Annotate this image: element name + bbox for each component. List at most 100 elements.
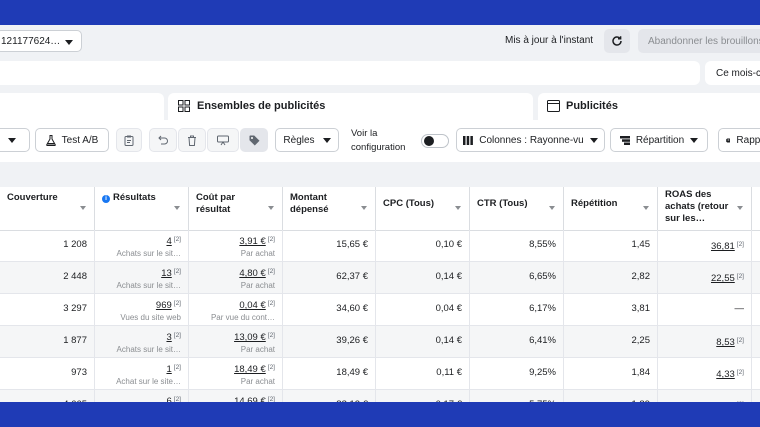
cpr-type: Par vue du cont… xyxy=(210,313,275,322)
cpc-value: 0,04 € xyxy=(435,303,462,314)
cell-results: 4 [2] Achats sur le sit… xyxy=(95,230,189,262)
tag-button[interactable] xyxy=(240,128,268,152)
cell-roas: 36,81 [2] xyxy=(658,230,752,262)
account-id: 121177624… xyxy=(1,35,61,47)
table-row[interactable]: 4 6656[2]Achats sur le sit…14,69 €[2]Par… xyxy=(0,390,760,402)
date-range-picker[interactable]: Ce mois-ci xyxy=(705,61,760,85)
roas-value[interactable]: 8,53 xyxy=(716,337,735,348)
column-header-cpc[interactable]: CPC (Tous) xyxy=(376,187,470,230)
footnote-icon: [2] xyxy=(173,332,181,339)
discard-drafts-button[interactable]: Abandonner les brouillons xyxy=(638,29,760,53)
cell-frequency: 1,89 xyxy=(564,390,658,402)
results-value[interactable]: 4 xyxy=(166,236,171,247)
column-header-next[interactable] xyxy=(752,187,760,230)
view-config-toggle[interactable] xyxy=(421,134,449,148)
cell-cost-per-result: 18,49 € [2] Par achat xyxy=(189,358,283,390)
results-value[interactable]: 3 xyxy=(166,332,171,343)
tab-ads[interactable]: Publicités xyxy=(538,93,760,120)
breakdown-icon xyxy=(619,135,630,145)
column-header-results[interactable]: i Résultats xyxy=(95,187,189,230)
ab-test-button[interactable]: Test A/B xyxy=(35,128,109,152)
cell-amount-spent: 62,37 € xyxy=(283,262,376,294)
cell-cpc: 0,11 € xyxy=(376,358,470,390)
cpr-value[interactable]: 4,80 € xyxy=(239,268,265,279)
cell-roas: 4,33 [2] xyxy=(658,358,752,390)
results-value[interactable]: 13 xyxy=(161,268,172,279)
cell-cost-per-result: 0,04 € [2] Par vue du cont… xyxy=(189,294,283,326)
duplicate-button[interactable] xyxy=(116,128,142,152)
create-dropdown-button[interactable] xyxy=(0,128,30,152)
column-header-amount-spent[interactable]: Montant dépensé xyxy=(283,187,376,230)
column-header-frequency[interactable]: Répétition xyxy=(564,187,658,230)
edit-button[interactable] xyxy=(207,128,239,152)
cell-ctr: 6,65% xyxy=(470,262,564,294)
table-row[interactable]: 973 1 [2] Achat sur le site… 18,49 € [2] Par a… xyxy=(0,358,760,390)
cell-next xyxy=(752,262,760,294)
view-config-line-2: configuration xyxy=(351,142,406,153)
results-type: Achats sur le sit… xyxy=(116,249,181,258)
header-roas-line-1: ROAS des xyxy=(665,189,712,200)
cell-next xyxy=(752,390,760,402)
cell-cpc: 0,14 € xyxy=(376,262,470,294)
roas-value[interactable]: 22,55 xyxy=(711,273,735,284)
footnote-icon: [2] xyxy=(736,273,744,280)
edit-icon xyxy=(217,135,229,145)
refresh-icon xyxy=(612,36,622,46)
footnote-icon: [2] xyxy=(173,268,181,275)
cpr-value[interactable]: 13,09 € xyxy=(234,332,266,343)
column-header-cost-per-result[interactable]: Coût par résultat xyxy=(189,187,283,230)
report-icon xyxy=(726,137,731,143)
cell-results: 969 [2] Vues du site web xyxy=(95,294,189,326)
account-selector[interactable]: 121177624… xyxy=(0,30,82,52)
spent-value: 18,49 € xyxy=(336,367,368,378)
table-row[interactable]: 1 208 4 [2] Achats sur le sit… 3,91 € [2] Par … xyxy=(0,230,760,262)
rules-button[interactable]: Règles xyxy=(275,128,339,152)
cell-roas: — xyxy=(658,294,752,326)
table-row[interactable]: 2 448 13 [2] Achats sur le sit… 4,80 € [2] Par… xyxy=(0,262,760,294)
cell-next xyxy=(752,358,760,390)
tab-ad-sets[interactable]: Ensembles de publicités xyxy=(168,93,533,120)
reach-value: 1 877 xyxy=(63,335,87,346)
undo-button[interactable] xyxy=(149,128,177,152)
reach-value: 2 448 xyxy=(63,271,87,282)
results-value[interactable]: 969 xyxy=(156,300,172,311)
search-filter-bar[interactable] xyxy=(0,61,700,85)
tab-ads-label: Publicités xyxy=(566,100,618,112)
cell-next xyxy=(752,294,760,326)
cell-frequency: 2,25 xyxy=(564,326,658,358)
column-header-roas[interactable]: ROAS des achats (retour sur les… xyxy=(658,187,752,230)
cell-reach: 4 665 xyxy=(0,390,95,402)
refresh-button[interactable] xyxy=(604,29,630,53)
chevron-down-icon xyxy=(8,137,16,143)
top-bar: 121177624… Mis à jour à l'instant Abando… xyxy=(0,25,760,57)
reach-value: 3 297 xyxy=(63,303,87,314)
spent-value: 39,26 € xyxy=(336,335,368,346)
delete-button[interactable] xyxy=(178,128,206,152)
cpr-value[interactable]: 0,04 € xyxy=(239,300,265,311)
results-type: Achats sur le sit… xyxy=(116,345,181,354)
columns-button[interactable]: Colonnes : Rayonne-vu xyxy=(456,128,605,152)
roas-value[interactable]: 36,81 xyxy=(711,241,735,252)
reports-button[interactable]: Rapports xyxy=(718,128,760,152)
breakdown-button[interactable]: Répartition xyxy=(610,128,708,152)
table-row[interactable]: 3 297 969 [2] Vues du site web 0,04 € [2] Par … xyxy=(0,294,760,326)
header-spent-line-1: Montant xyxy=(290,192,327,203)
cpr-value[interactable]: 3,91 € xyxy=(239,236,265,247)
cell-cpc: 0,14 € xyxy=(376,326,470,358)
reach-value: 973 xyxy=(71,367,87,378)
cell-ctr: 6,17% xyxy=(470,294,564,326)
header-frequency-label: Répétition xyxy=(571,198,618,209)
results-value[interactable]: 1 xyxy=(166,364,171,375)
results-type: Vues du site web xyxy=(120,313,181,322)
tab-campaigns[interactable] xyxy=(0,93,164,120)
cpr-value[interactable]: 18,49 € xyxy=(234,364,266,375)
roas-value[interactable]: 4,33 xyxy=(716,369,735,380)
column-header-reach[interactable]: Couverture xyxy=(0,187,95,230)
cell-cost-per-result: 14,69 €[2]Par achat xyxy=(189,390,283,402)
cell-reach: 1 208 xyxy=(0,230,95,262)
flask-icon xyxy=(45,134,56,146)
column-header-ctr[interactable]: CTR (Tous) xyxy=(470,187,564,230)
cpc-value: 0,10 € xyxy=(435,239,462,250)
table-row[interactable]: 1 877 3 [2] Achats sur le sit… 13,09 € [2] Par… xyxy=(0,326,760,358)
header-cpr-line-2: résultat xyxy=(196,204,231,215)
